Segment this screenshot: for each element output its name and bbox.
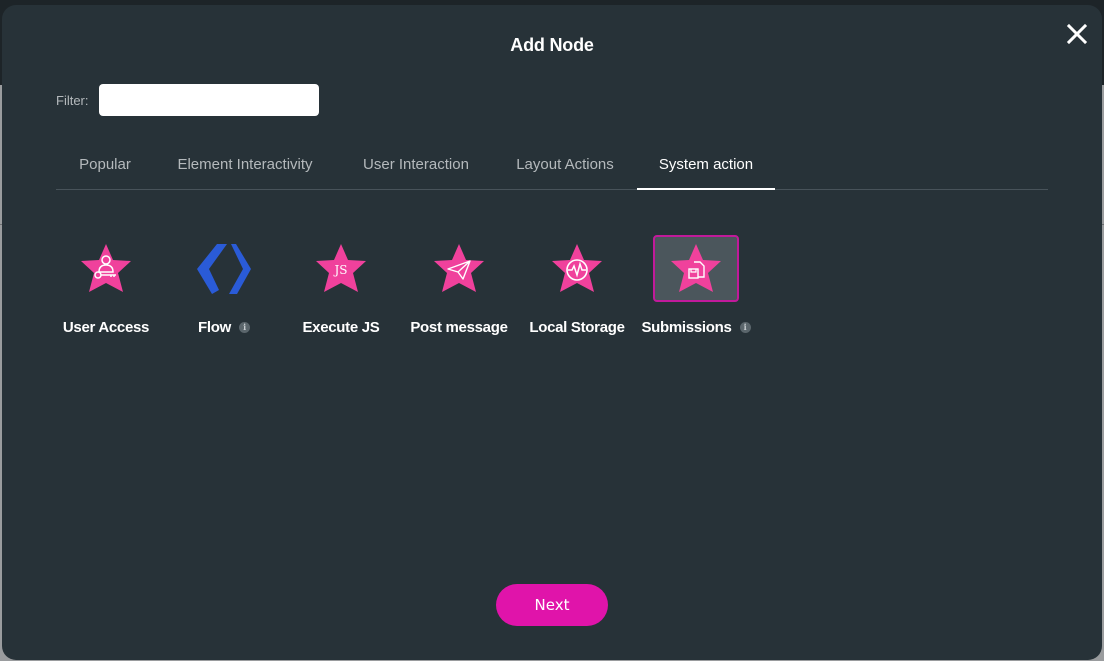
node-icon-box (63, 235, 149, 302)
node-icon-box: JS (298, 235, 384, 302)
node-label: Post message (410, 319, 508, 336)
filter-input[interactable] (99, 84, 319, 116)
save-document-icon (671, 243, 721, 292)
tab-element-interactivity[interactable]: Element Interactivity (162, 148, 328, 188)
close-x-icon (1066, 23, 1088, 45)
pulse-circle-icon (552, 243, 602, 292)
info-icon[interactable]: i (739, 322, 751, 333)
dialog-title: Add Node (510, 35, 594, 55)
node-execute-js[interactable]: JS Execute JS (282, 235, 400, 336)
tab-layout-actions[interactable]: Layout Actions (502, 148, 628, 188)
node-label: Local Storage (529, 319, 625, 336)
category-tabs: Popular Element Interactivity User Inter… (56, 148, 1048, 190)
js-icon: JS (316, 243, 366, 292)
tab-system-action[interactable]: System action (637, 148, 775, 190)
paper-plane-icon (434, 243, 484, 292)
flow-brackets-icon (197, 243, 251, 294)
node-submissions[interactable]: Submissions i (637, 235, 755, 336)
node-label: Execute JS (302, 319, 380, 336)
tab-popular[interactable]: Popular (56, 148, 154, 188)
next-button[interactable]: Next (496, 584, 608, 626)
node-icon-box (534, 235, 620, 302)
node-icon-box (416, 235, 502, 302)
add-node-dialog: Add Node Filter: Popular Element Interac… (2, 5, 1102, 660)
node-user-access[interactable]: User Access (47, 235, 165, 336)
user-key-icon (81, 243, 131, 292)
node-local-storage[interactable]: Local Storage (518, 235, 636, 336)
close-button[interactable] (1066, 23, 1088, 45)
node-label: User Access (62, 319, 150, 336)
node-post-message[interactable]: Post message (400, 235, 518, 336)
node-icon-box (181, 235, 267, 302)
node-label: Flow i (165, 319, 283, 336)
node-icon-box (653, 235, 739, 302)
filter-label: Filter: (56, 93, 89, 108)
node-label: Submissions i (637, 319, 755, 336)
node-flow[interactable]: Flow i (165, 235, 283, 336)
info-icon[interactable]: i (238, 322, 250, 333)
svg-text:JS: JS (332, 263, 347, 277)
tab-user-interaction[interactable]: User Interaction (348, 148, 484, 188)
